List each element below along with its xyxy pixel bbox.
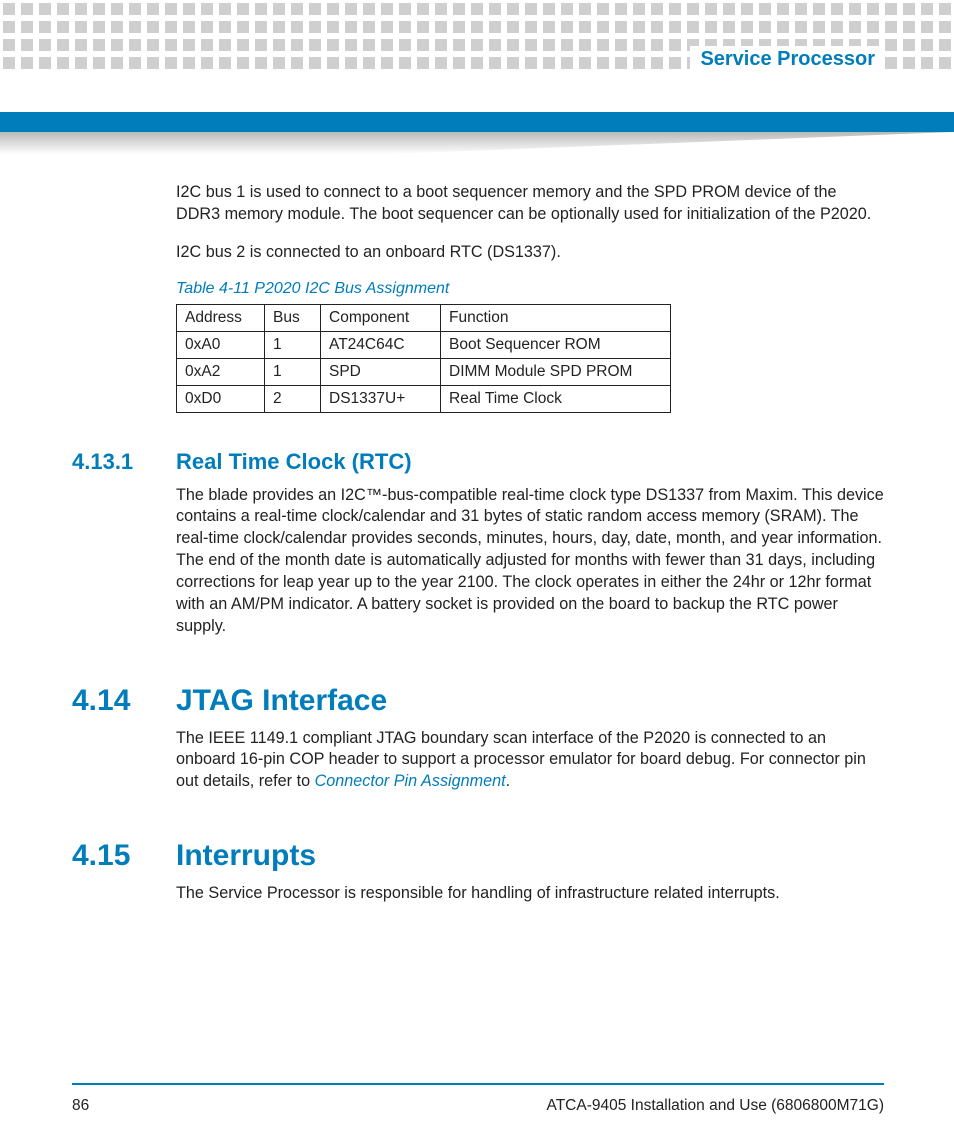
- page-number: 86: [72, 1097, 89, 1115]
- section-number: 4.14: [72, 684, 152, 718]
- table-cell: 0xD0: [177, 385, 265, 412]
- table-row: 0xA0 1 AT24C64C Boot Sequencer ROM: [177, 331, 671, 358]
- table-cell: 1: [265, 331, 321, 358]
- table-header-cell: Function: [441, 304, 671, 331]
- rtc-body: The blade provides an I2C™-bus-compatibl…: [176, 485, 884, 638]
- interrupts-body: The Service Processor is responsible for…: [176, 883, 884, 905]
- table-row: 0xD0 2 DS1337U+ Real Time Clock: [177, 385, 671, 412]
- connector-pin-link[interactable]: Connector Pin Assignment: [315, 772, 506, 790]
- intro-paragraph-1: I2C bus 1 is used to connect to a boot s…: [176, 182, 884, 226]
- table-header-cell: Component: [321, 304, 441, 331]
- table-cell: Boot Sequencer ROM: [441, 331, 671, 358]
- table-cell: DIMM Module SPD PROM: [441, 358, 671, 385]
- header-shadow: [0, 132, 954, 154]
- section-title: Interrupts: [176, 839, 316, 873]
- table-cell: 1: [265, 358, 321, 385]
- section-title: JTAG Interface: [176, 684, 387, 718]
- header-blue-bar: [0, 112, 954, 132]
- section-heading-interrupts: 4.15 Interrupts: [72, 839, 884, 873]
- section-number: 4.15: [72, 839, 152, 873]
- section-title: Real Time Clock (RTC): [176, 449, 412, 475]
- table-header-cell: Address: [177, 304, 265, 331]
- chapter-label: Service Processor: [690, 46, 879, 72]
- section-heading-rtc: 4.13.1 Real Time Clock (RTC): [72, 449, 884, 475]
- table-cell: 2: [265, 385, 321, 412]
- jtag-body-text: The IEEE 1149.1 compliant JTAG boundary …: [176, 729, 866, 791]
- page-content: I2C bus 1 is used to connect to a boot s…: [72, 182, 884, 921]
- doc-title: ATCA-9405 Installation and Use (6806800M…: [547, 1097, 884, 1115]
- jtag-body-tail: .: [506, 772, 511, 790]
- table-cell: 0xA2: [177, 358, 265, 385]
- table-cell: 0xA0: [177, 331, 265, 358]
- table-cell: Real Time Clock: [441, 385, 671, 412]
- section-heading-jtag: 4.14 JTAG Interface: [72, 684, 884, 718]
- jtag-body: The IEEE 1149.1 compliant JTAG boundary …: [176, 728, 884, 794]
- table-caption: Table 4-11 P2020 I2C Bus Assignment: [176, 280, 884, 298]
- i2c-bus-assignment-table: Address Bus Component Function 0xA0 1 AT…: [176, 304, 671, 413]
- table-row: 0xA2 1 SPD DIMM Module SPD PROM: [177, 358, 671, 385]
- table-cell: DS1337U+: [321, 385, 441, 412]
- page-footer: 86 ATCA-9405 Installation and Use (68068…: [72, 1097, 884, 1115]
- section-number: 4.13.1: [72, 449, 152, 475]
- footer-rule: [72, 1083, 884, 1085]
- table-cell: SPD: [321, 358, 441, 385]
- intro-paragraph-2: I2C bus 2 is connected to an onboard RTC…: [176, 242, 884, 264]
- table-cell: AT24C64C: [321, 331, 441, 358]
- table-header-cell: Bus: [265, 304, 321, 331]
- table-header-row: Address Bus Component Function: [177, 304, 671, 331]
